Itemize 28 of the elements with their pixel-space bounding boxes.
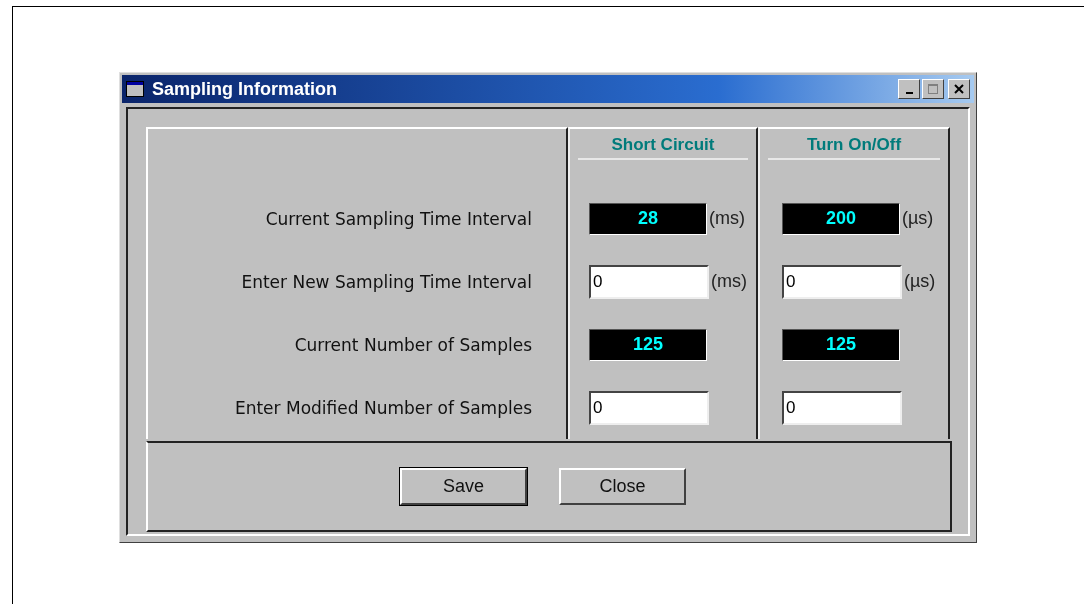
field-label: Current Sampling Time Interval <box>265 208 532 229</box>
close-button[interactable] <box>948 79 970 99</box>
unit-label: (ms) <box>709 208 745 229</box>
column-heading: Turn On/Off <box>768 135 940 160</box>
value-display: 125 <box>589 328 707 361</box>
maximize-button[interactable] <box>922 79 944 99</box>
window-icon <box>126 81 144 97</box>
column-heading: Short Circuit <box>578 135 748 160</box>
minimize-icon <box>905 91 913 94</box>
input-field[interactable]: 0 <box>589 264 709 299</box>
unit-label: (µs) <box>904 271 936 292</box>
minimize-button[interactable] <box>898 79 920 99</box>
window-title: Sampling Information <box>152 78 338 100</box>
field-label: Current Number of Samples <box>294 334 532 355</box>
field-label: Enter Modified Number of Samples <box>234 397 532 418</box>
maximize-icon <box>928 84 938 94</box>
dialog-button[interactable]: Save <box>400 468 527 505</box>
value-display: 125 <box>782 328 900 361</box>
unit-label: (ms) <box>711 271 747 292</box>
close-icon <box>954 84 964 94</box>
dialog-button[interactable]: Close <box>559 468 686 505</box>
value-display: 28 <box>589 202 707 235</box>
input-field[interactable]: 0 <box>782 264 902 299</box>
value-display: 200 <box>782 202 900 235</box>
input-field[interactable]: 0 <box>782 390 902 425</box>
field-label: Enter New Sampling Time Interval <box>241 271 532 292</box>
unit-label: (µs) <box>902 208 934 229</box>
input-field[interactable]: 0 <box>589 390 709 425</box>
